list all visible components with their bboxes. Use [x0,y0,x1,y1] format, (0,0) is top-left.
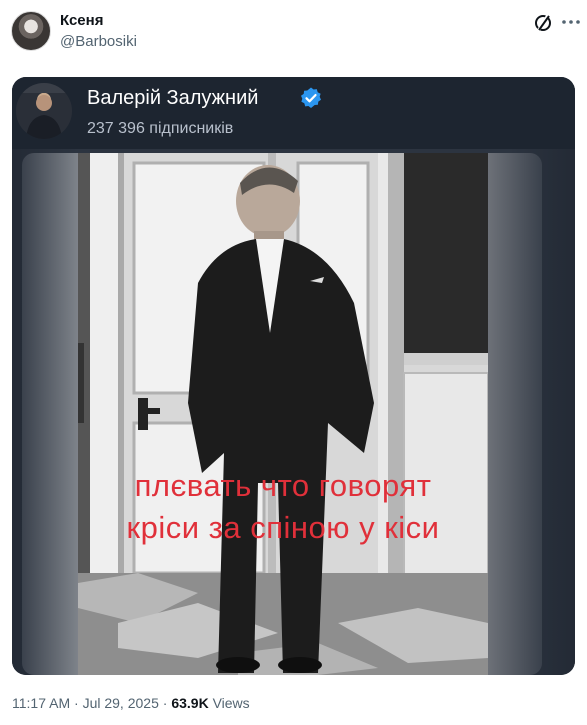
caption-line-2: кріси за спіною у кіси [126,510,440,545]
tweet-header: Ксеня @Barbosiki [0,0,587,70]
tweet-meta: 11:17 AM · Jul 29, 2025 · 63.9K Views [12,695,250,711]
channel-header: Валерій Залужний 237 396 підписників [12,77,575,149]
separator: · [74,695,79,711]
blurred-edge-left [22,153,78,675]
tweet-media-screenshot[interactable]: Валерій Залужний 237 396 підписників плє… [12,77,575,675]
caption-line-1: плєвать что говорят [134,468,432,503]
grok-icon[interactable] [533,13,553,33]
views-count: 63.9K [171,695,209,711]
verified-badge-icon [301,87,321,108]
channel-avatar [16,83,72,139]
author-name[interactable]: Ксеня [60,12,103,29]
more-icon[interactable] [561,12,581,32]
photo-area: плєвать что говорят кріси за спіною у кі… [12,149,575,675]
photo-scene [78,153,488,675]
author-avatar[interactable] [11,11,51,51]
tweet-date[interactable]: Jul 29, 2025 [83,695,159,711]
author-handle[interactable]: @Barbosiki [60,33,137,50]
separator-2: · [162,695,168,711]
portrait-photo: плєвать что говорят кріси за спіною у кі… [78,153,488,675]
channel-name: Валерій Залужний [87,87,259,109]
views-label: Views [212,695,250,711]
subscriber-count: 237 396 підписників [87,120,234,137]
blurred-edge-right [488,153,542,675]
tweet-time[interactable]: 11:17 AM [12,695,70,711]
